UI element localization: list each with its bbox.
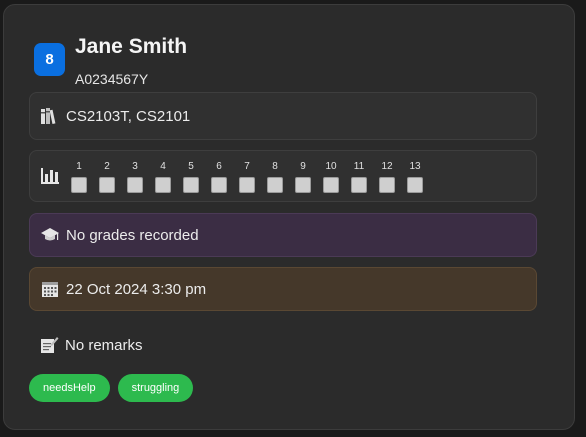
- attendance-week: 5: [182, 160, 200, 193]
- tag-needsHelp[interactable]: needsHelp: [29, 374, 110, 402]
- grades-text: No grades recorded: [66, 226, 199, 244]
- week-number: 2: [104, 161, 110, 172]
- graduation-cap-icon: [40, 225, 60, 245]
- week-checkbox[interactable]: [379, 177, 395, 193]
- week-number: 13: [409, 161, 421, 172]
- week-number: 11: [353, 161, 365, 172]
- remarks-row: No remarks: [29, 330, 537, 360]
- week-number: 3: [132, 161, 138, 172]
- attendance-week: 3: [126, 160, 144, 193]
- week-checkbox[interactable]: [351, 177, 367, 193]
- week-number: 7: [244, 161, 250, 172]
- attendance-week: 9: [294, 160, 312, 193]
- attendance-week: 8: [266, 160, 284, 193]
- attendance-week: 10: [322, 160, 340, 193]
- week-number: 1: [76, 161, 82, 172]
- consultation-row: 22 Oct 2024 3:30 pm: [29, 267, 537, 311]
- tag-list: needsHelp struggling: [29, 374, 194, 402]
- student-matric: A0234567Y: [75, 71, 149, 87]
- week-checkbox[interactable]: [127, 177, 143, 193]
- week-checkbox[interactable]: [407, 177, 423, 193]
- week-checkbox[interactable]: [155, 177, 171, 193]
- modules-row: CS2103T, CS2101: [29, 92, 537, 140]
- week-checkbox[interactable]: [211, 177, 227, 193]
- week-checkbox[interactable]: [267, 177, 283, 193]
- week-number: 9: [300, 161, 306, 172]
- week-number: 10: [325, 161, 337, 172]
- week-checkbox[interactable]: [239, 177, 255, 193]
- attendance-week: 6: [210, 160, 228, 193]
- calendar-icon: [40, 279, 60, 299]
- week-number: 4: [160, 161, 166, 172]
- index-badge: 8: [34, 43, 65, 76]
- attendance-weeks: 1 2 3 4 5 6 7 8 9 10 11 12 13: [70, 160, 430, 196]
- remarks-text: No remarks: [65, 336, 143, 354]
- week-number: 8: [272, 161, 278, 172]
- grades-row: No grades recorded: [29, 213, 537, 257]
- attendance-week: 13: [406, 160, 424, 193]
- week-checkbox[interactable]: [99, 177, 115, 193]
- week-checkbox[interactable]: [295, 177, 311, 193]
- attendance-chart-icon: [40, 166, 60, 186]
- week-number: 5: [188, 161, 194, 172]
- consultation-text: 22 Oct 2024 3:30 pm: [66, 280, 207, 298]
- week-checkbox[interactable]: [183, 177, 199, 193]
- week-number: 12: [381, 161, 393, 172]
- attendance-week: 12: [378, 160, 396, 193]
- books-icon: [40, 106, 60, 126]
- week-checkbox[interactable]: [71, 177, 87, 193]
- attendance-week: 1: [70, 160, 88, 193]
- week-number: 6: [216, 161, 222, 172]
- attendance-week: 2: [98, 160, 116, 193]
- tag-struggling[interactable]: struggling: [117, 374, 194, 402]
- attendance-row: 1 2 3 4 5 6 7 8 9 10 11 12 13: [29, 150, 537, 202]
- week-checkbox[interactable]: [323, 177, 339, 193]
- modules-text: CS2103T, CS2101: [66, 107, 191, 125]
- memo-icon: [39, 335, 59, 355]
- attendance-week: 4: [154, 160, 172, 193]
- student-name: Jane Smith: [75, 35, 188, 58]
- attendance-week: 11: [350, 160, 368, 193]
- attendance-week: 7: [238, 160, 256, 193]
